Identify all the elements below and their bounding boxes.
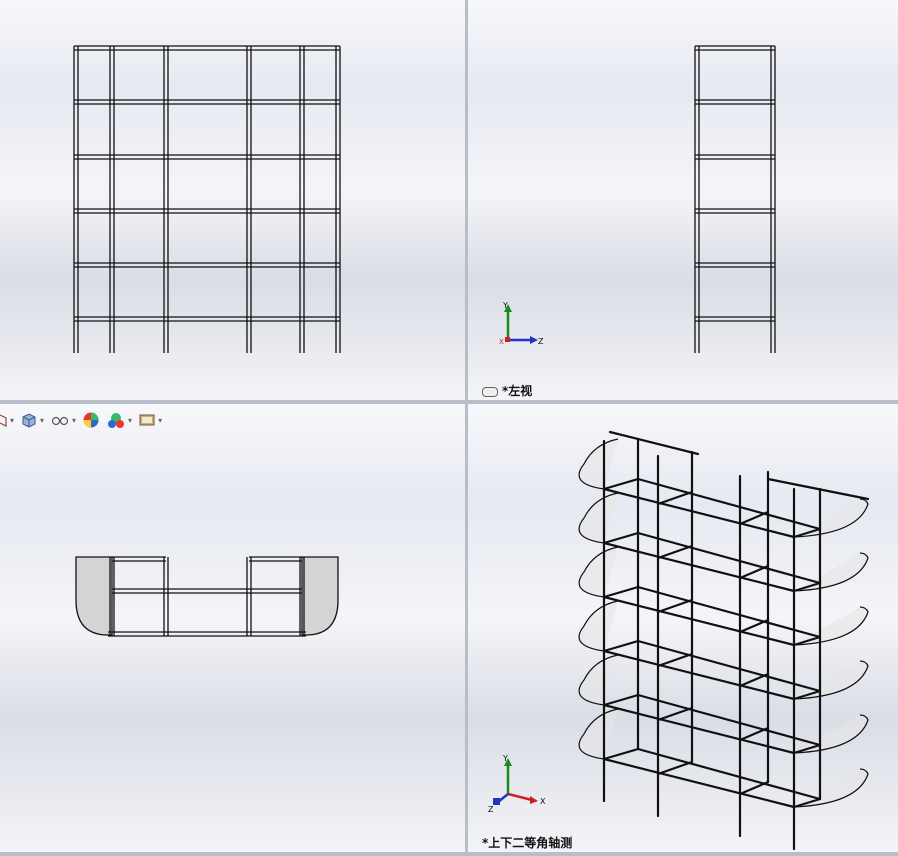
triad-x-label: X [540, 797, 546, 806]
triad-z-label: Z [488, 805, 494, 814]
front-view-model[interactable] [0, 0, 465, 400]
front-viewport[interactable] [0, 0, 465, 400]
coordinate-triad: Y Z X [499, 301, 544, 346]
triad-x-label: X [499, 338, 504, 346]
top-view-model[interactable] [0, 404, 465, 852]
viewport-vertical-splitter[interactable] [465, 0, 468, 856]
view-name-label: *上下二等角轴测 [482, 834, 572, 851]
left-viewport[interactable]: Y Z X *左视 [468, 0, 898, 400]
coordinate-triad: Y X Z [488, 754, 546, 814]
isometric-view-name: *上下二等角轴测 [482, 836, 573, 850]
triad-z-label: Z [538, 337, 544, 346]
link-view-icon [482, 386, 498, 397]
triad-y-label: Y [502, 754, 508, 763]
isometric-viewport[interactable]: Y X Z *上下二等角轴测 [468, 404, 898, 852]
viewport-horizontal-splitter[interactable] [0, 400, 898, 404]
left-view-name: *左视 [502, 384, 533, 398]
viewport-bottom-border [0, 852, 898, 856]
top-viewport[interactable]: ▾ ▾ ▾ ▾ ▾ [0, 404, 465, 852]
view-name-label: *左视 [482, 382, 532, 399]
triad-y-label: Y [502, 301, 508, 310]
